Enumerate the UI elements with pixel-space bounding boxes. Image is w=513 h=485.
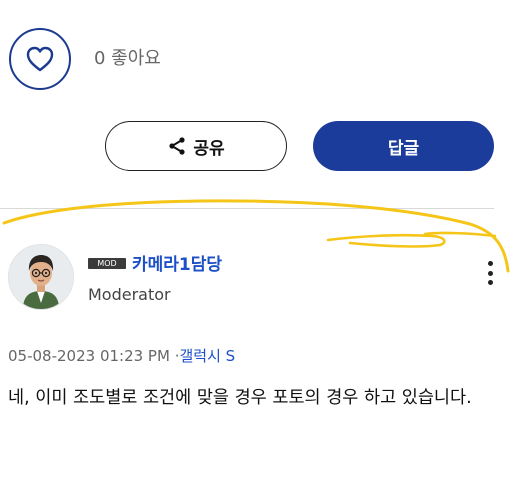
avatar[interactable] (8, 244, 74, 310)
reply-button[interactable]: 답글 (313, 121, 494, 171)
more-vertical-icon[interactable] (485, 261, 495, 285)
like-count: 0 좋아요 (94, 48, 161, 69)
avatar-image (9, 245, 73, 309)
reply-label: 답글 (387, 138, 420, 159)
post-category-link[interactable]: 갤럭시 S (180, 347, 236, 365)
author-role: Moderator (88, 285, 171, 304)
author-name[interactable]: 카메라1담당 (132, 250, 222, 275)
divider (0, 208, 494, 209)
like-button[interactable] (9, 28, 71, 90)
mod-badge: MOD (88, 258, 126, 269)
post-date: 05-08-2023 01:23 PM (8, 347, 170, 365)
share-button[interactable]: 공유 (105, 121, 287, 171)
post-view: 0 좋아요 공유 답글 MOD 카메라1담당 Moderator 05-08-2… (0, 0, 513, 485)
heart-icon (26, 46, 54, 72)
share-label: 공유 (193, 138, 225, 159)
post-body: 네, 이미 조도별로 조건에 맞을 경우 포토의 경우 하고 있습니다. (8, 388, 472, 408)
post-meta: 05-08-2023 01:23 PM ·갤럭시 S (8, 345, 235, 366)
share-icon (169, 137, 185, 155)
